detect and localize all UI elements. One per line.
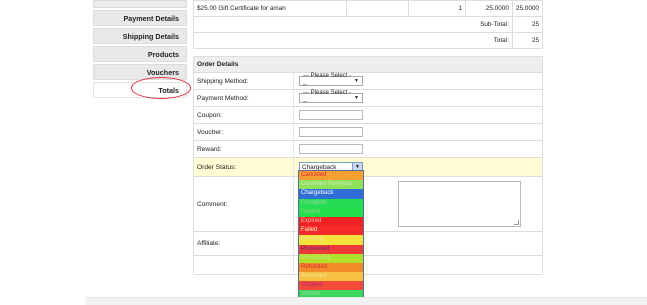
reward-cell: [294, 141, 542, 157]
shipping-method-select[interactable]: --- Please Select --- ▼: [299, 73, 363, 88]
payment-method-select[interactable]: --- Please Select --- ▼: [299, 90, 363, 105]
table-row: Total: 25: [193, 32, 544, 49]
order-status-label: Order Status:: [194, 158, 294, 176]
comment-label: Comment:: [194, 177, 294, 231]
comment-textarea[interactable]: [398, 181, 521, 227]
empty-label: [194, 256, 294, 274]
subtotal-label: Sub-Total:: [193, 16, 513, 33]
status-option[interactable]: Pending: [299, 235, 363, 245]
voucher-row: Voucher:: [194, 124, 542, 141]
affiliate-row: Affiliate:: [194, 232, 542, 256]
status-option[interactable]: Canceled Reversal: [299, 180, 363, 190]
status-option[interactable]: Chargeback: [299, 189, 363, 199]
status-option[interactable]: Refunded: [299, 262, 363, 273]
highlight-circle-annotation: [131, 77, 191, 99]
product-price-cell: 25.0000: [464, 0, 513, 17]
tab-shipping-details[interactable]: Shipping Details: [93, 28, 187, 44]
coupon-label: Coupon:: [194, 107, 294, 123]
tab-payment-details[interactable]: Payment Details: [93, 10, 187, 26]
reward-input[interactable]: [299, 144, 363, 154]
reward-row: Reward:: [194, 141, 542, 158]
total-value: 25: [511, 32, 544, 49]
reward-label: Reward:: [194, 141, 294, 157]
status-option[interactable]: Failed: [299, 226, 363, 236]
chevron-down-icon: ▼: [354, 77, 359, 84]
empty-row: [194, 256, 542, 274]
product-total-cell: 25.0000: [511, 0, 544, 17]
payment-method-label: Payment Method:: [194, 90, 294, 106]
order-status-row: Order Status: Chargeback ▼: [194, 158, 542, 177]
tab-products[interactable]: Products: [93, 46, 187, 62]
status-option[interactable]: Expired: [299, 216, 363, 227]
status-option[interactable]: Denied: [299, 207, 363, 217]
footer-bar: [85, 298, 647, 305]
order-status-dropdown-list: Canceled Canceled Reversal Chargeback Compl…: [298, 170, 364, 301]
shipping-method-cell: --- Please Select --- ▼: [294, 73, 542, 89]
status-option[interactable]: Processed: [299, 244, 363, 254]
voucher-label: Voucher:: [194, 124, 294, 140]
status-option[interactable]: Reversed: [299, 272, 363, 282]
table-row: $25.00 Gift Certificate for aman 1 25.00…: [193, 0, 544, 17]
payment-method-cell: --- Please Select --- ▼: [294, 90, 542, 106]
products-table: $25.00 Gift Certificate for aman 1 25.00…: [193, 0, 544, 49]
voucher-input[interactable]: [299, 127, 363, 137]
tab-top-partial[interactable]: [93, 0, 187, 8]
product-qty-cell: 1: [407, 0, 466, 17]
order-details-heading: Order Details: [194, 57, 542, 73]
comment-row: Comment:: [194, 177, 542, 232]
product-model-cell: [345, 0, 409, 17]
subtotal-value: 25: [511, 16, 544, 33]
payment-method-row: Payment Method: --- Please Select --- ▼: [194, 90, 542, 107]
product-name-cell: $25.00 Gift Certificate for aman: [193, 0, 347, 17]
status-option[interactable]: Shipped: [299, 281, 363, 291]
status-option[interactable]: Canceled: [299, 171, 363, 181]
chevron-down-icon: ▼: [354, 94, 359, 101]
voucher-cell: [294, 124, 542, 140]
coupon-row: Coupon:: [194, 107, 542, 124]
total-label: Total:: [193, 32, 513, 49]
shipping-method-label: Shipping Method:: [194, 73, 294, 89]
order-details-panel: Order Details Shipping Method: --- Pleas…: [193, 56, 543, 275]
status-option[interactable]: Processing: [299, 253, 363, 263]
shipping-method-row: Shipping Method: --- Please Select --- ▼: [194, 73, 542, 90]
status-option[interactable]: Complete: [299, 198, 363, 208]
table-row: Sub-Total: 25: [193, 16, 544, 33]
shipping-method-selected: --- Please Select ---: [303, 73, 352, 88]
payment-method-selected: --- Please Select ---: [303, 90, 352, 105]
coupon-input[interactable]: [299, 110, 363, 120]
affiliate-label: Affiliate:: [194, 232, 294, 255]
coupon-cell: [294, 107, 542, 123]
